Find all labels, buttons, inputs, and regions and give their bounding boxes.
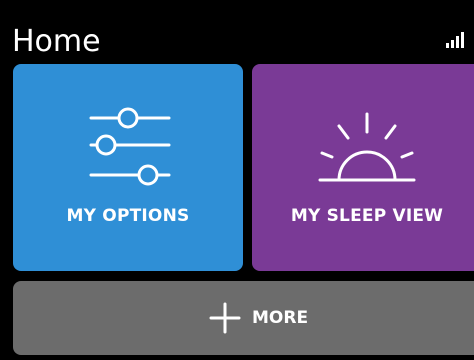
header: Home (0, 0, 474, 60)
my-options-button[interactable]: MY OPTIONS (13, 64, 243, 271)
my-sleep-view-label: MY SLEEP VIEW (290, 206, 444, 226)
home-screen: Home MY OPTIONS MY SLEEP VIEW MORE (0, 0, 474, 360)
sunrise-icon (318, 112, 416, 182)
page-title: Home (12, 24, 101, 59)
my-sleep-view-button[interactable]: MY SLEEP VIEW (252, 64, 474, 271)
plus-icon (209, 302, 241, 334)
more-content: MORE (13, 281, 473, 355)
my-options-label: MY OPTIONS (66, 206, 190, 226)
signal-strength-icon (446, 32, 468, 48)
more-button[interactable]: MORE (13, 281, 474, 355)
more-label: MORE (252, 308, 309, 328)
sliders-icon (89, 107, 171, 186)
